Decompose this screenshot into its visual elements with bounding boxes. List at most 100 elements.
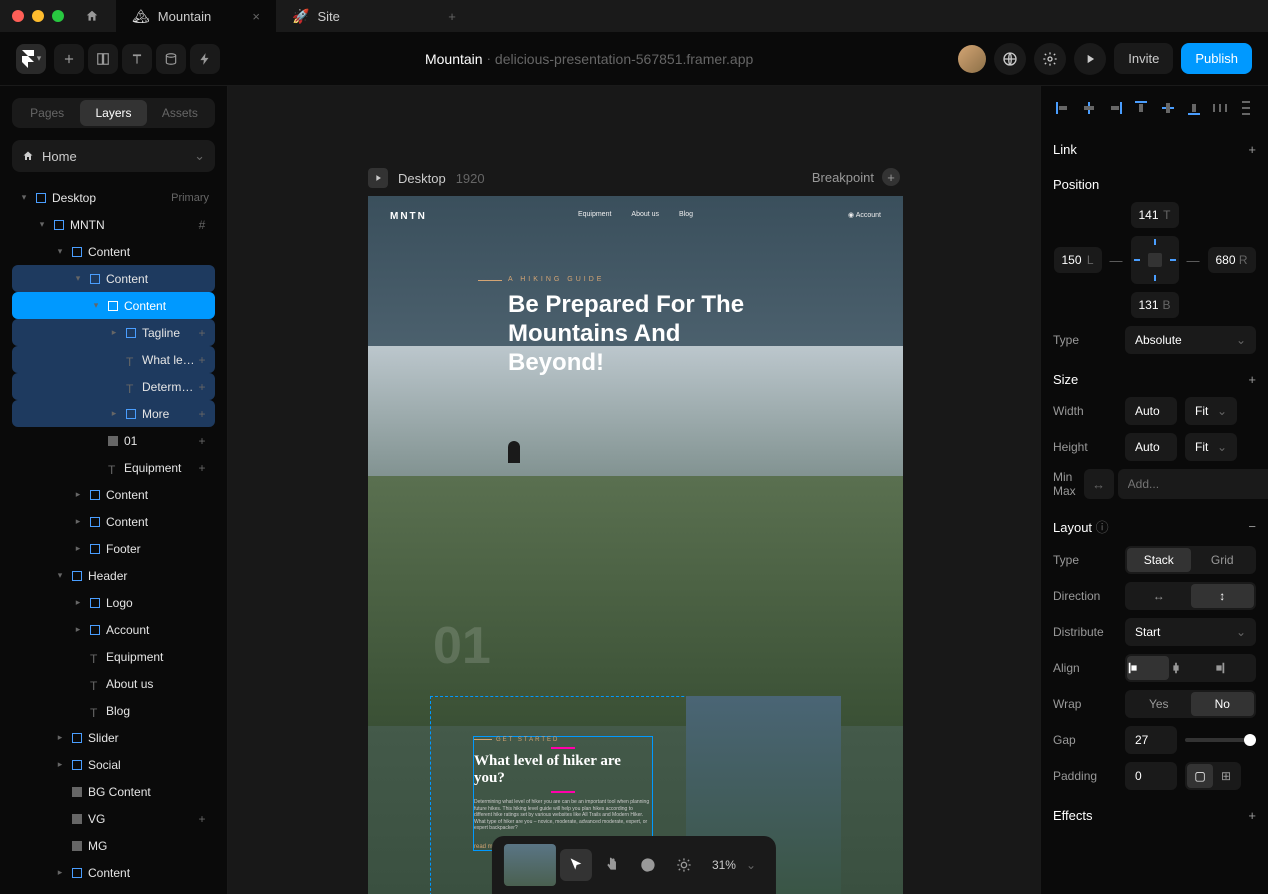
- frame-header[interactable]: Desktop 1920: [368, 168, 485, 188]
- layer-content[interactable]: ▾Content: [12, 265, 215, 292]
- bottom-input[interactable]: 131B: [1131, 292, 1179, 318]
- direction-toggle[interactable]: ↔↕: [1125, 582, 1256, 610]
- frame-name: Desktop: [398, 171, 446, 186]
- layer-equipment-text[interactable]: TEquipment: [12, 643, 215, 670]
- distribute-v-icon[interactable]: [1236, 98, 1256, 118]
- height-input[interactable]: Auto: [1125, 433, 1177, 461]
- layer-content[interactable]: ▸Content: [12, 859, 215, 886]
- top-input[interactable]: 141T: [1131, 202, 1179, 228]
- zoom-control[interactable]: 31%⌄: [704, 858, 764, 872]
- tab-layers[interactable]: Layers: [80, 100, 146, 126]
- layer-content[interactable]: ▾Content: [12, 238, 215, 265]
- layer-logo[interactable]: ▸Logo: [12, 589, 215, 616]
- close-icon[interactable]: ×: [252, 9, 260, 24]
- tab-mountain[interactable]: 🏔 Mountain ×: [116, 0, 276, 32]
- layer-equipment[interactable]: TEquipment+: [12, 454, 215, 481]
- canvas[interactable]: Desktop 1920 Breakpoint + MNTN Equipment…: [228, 86, 1040, 894]
- framer-menu-button[interactable]: ▾: [16, 44, 46, 74]
- gear-icon[interactable]: [1034, 43, 1066, 75]
- tab-pages[interactable]: Pages: [14, 100, 80, 126]
- layer-bgcontent[interactable]: BG Content: [12, 778, 215, 805]
- get-started: GET STARTED: [474, 737, 652, 743]
- play-frame-icon[interactable]: [368, 168, 388, 188]
- anchor-control[interactable]: [1131, 236, 1179, 284]
- hiker-heading: What level of hiker are you?: [474, 753, 652, 787]
- text-button[interactable]: [122, 44, 152, 74]
- padding-mode-toggle[interactable]: ▢⊞: [1185, 762, 1241, 790]
- align-right-icon[interactable]: [1105, 98, 1125, 118]
- collapse-layout-button[interactable]: −: [1248, 519, 1256, 534]
- width-fit-select[interactable]: Fit⌄: [1185, 397, 1237, 425]
- add-breakpoint-button[interactable]: +: [882, 168, 900, 186]
- align-vcenter-icon[interactable]: [1158, 98, 1178, 118]
- layer-vg[interactable]: VG+: [12, 805, 215, 832]
- cms-button[interactable]: [156, 44, 186, 74]
- distribute-select[interactable]: Start⌄: [1125, 618, 1256, 646]
- publish-button[interactable]: Publish: [1181, 43, 1252, 74]
- gap-slider[interactable]: [1185, 738, 1256, 742]
- design-frame[interactable]: MNTN EquipmentAbout usBlog ◉ Account A H…: [368, 196, 903, 894]
- home-label: Home: [42, 149, 77, 164]
- add-tab-button[interactable]: +: [436, 0, 468, 32]
- layer-determ[interactable]: TDeterm…+: [12, 373, 215, 400]
- left-input[interactable]: 150L: [1054, 247, 1102, 273]
- layer-mg[interactable]: MG: [12, 832, 215, 859]
- align-left-icon[interactable]: [1053, 98, 1073, 118]
- tab-site[interactable]: 🚀 Site: [276, 0, 436, 32]
- theme-tool-icon[interactable]: [668, 849, 700, 881]
- wrap-toggle[interactable]: YesNo: [1125, 690, 1256, 718]
- height-fit-select[interactable]: Fit⌄: [1185, 433, 1237, 461]
- home-icon[interactable]: [76, 9, 108, 23]
- align-top-icon[interactable]: [1131, 98, 1151, 118]
- hand-tool-icon[interactable]: [596, 849, 628, 881]
- gap-input[interactable]: 27: [1125, 726, 1177, 754]
- layer-blog[interactable]: TBlog: [12, 697, 215, 724]
- layout-type-toggle[interactable]: StackGrid: [1125, 546, 1256, 574]
- minmax-input[interactable]: [1118, 469, 1268, 499]
- position-type-select[interactable]: Absolute⌄: [1125, 326, 1256, 354]
- add-link-button[interactable]: +: [1248, 142, 1256, 157]
- insert-button[interactable]: [54, 44, 84, 74]
- align-toggle[interactable]: [1125, 654, 1256, 682]
- layer-footer[interactable]: ▸Footer: [12, 535, 215, 562]
- layer-content-selected[interactable]: ▾Content: [12, 292, 215, 319]
- tab-assets[interactable]: Assets: [147, 100, 213, 126]
- actions-button[interactable]: [190, 44, 220, 74]
- cursor-tool-icon[interactable]: [560, 849, 592, 881]
- add-size-button[interactable]: +: [1248, 372, 1256, 387]
- right-input[interactable]: 680R: [1208, 247, 1256, 273]
- layer-01[interactable]: 01+: [12, 427, 215, 454]
- comment-tool-icon[interactable]: [632, 849, 664, 881]
- layer-content[interactable]: ▸Content: [12, 508, 215, 535]
- minmax-icon[interactable]: ↔: [1084, 469, 1114, 499]
- align-label: Align: [1053, 661, 1117, 675]
- layer-mntn[interactable]: ▾MNTN#: [12, 211, 215, 238]
- layer-header[interactable]: ▾Header: [12, 562, 215, 589]
- avatar[interactable]: [958, 45, 986, 73]
- layout-button[interactable]: [88, 44, 118, 74]
- layer-desktop[interactable]: ▾DesktopPrimary: [12, 184, 215, 211]
- close-window-icon[interactable]: [12, 10, 24, 22]
- home-selector[interactable]: Home ⌄: [12, 140, 215, 172]
- layer-content[interactable]: ▸Content: [12, 481, 215, 508]
- layer-more[interactable]: ▸More+: [12, 400, 215, 427]
- play-icon[interactable]: [1074, 43, 1106, 75]
- add-effect-button[interactable]: +: [1248, 808, 1256, 823]
- invite-button[interactable]: Invite: [1114, 43, 1173, 74]
- layer-aboutus[interactable]: TAbout us: [12, 670, 215, 697]
- minimize-window-icon[interactable]: [32, 10, 44, 22]
- padding-input[interactable]: 0: [1125, 762, 1177, 790]
- layer-tagline[interactable]: ▸Tagline+: [12, 319, 215, 346]
- minimap[interactable]: [504, 844, 556, 886]
- layer-social[interactable]: ▸Social: [12, 751, 215, 778]
- align-hcenter-icon[interactable]: [1079, 98, 1099, 118]
- maximize-window-icon[interactable]: [52, 10, 64, 22]
- distribute-h-icon[interactable]: [1210, 98, 1230, 118]
- globe-icon[interactable]: [994, 43, 1026, 75]
- align-bottom-icon[interactable]: [1184, 98, 1204, 118]
- toolbar: ▾ Mountain · delicious-presentation-5678…: [0, 32, 1268, 86]
- layer-whatlevel[interactable]: TWhat le…+: [12, 346, 215, 373]
- layer-slider[interactable]: ▸Slider: [12, 724, 215, 751]
- layer-account[interactable]: ▸Account: [12, 616, 215, 643]
- width-input[interactable]: Auto: [1125, 397, 1177, 425]
